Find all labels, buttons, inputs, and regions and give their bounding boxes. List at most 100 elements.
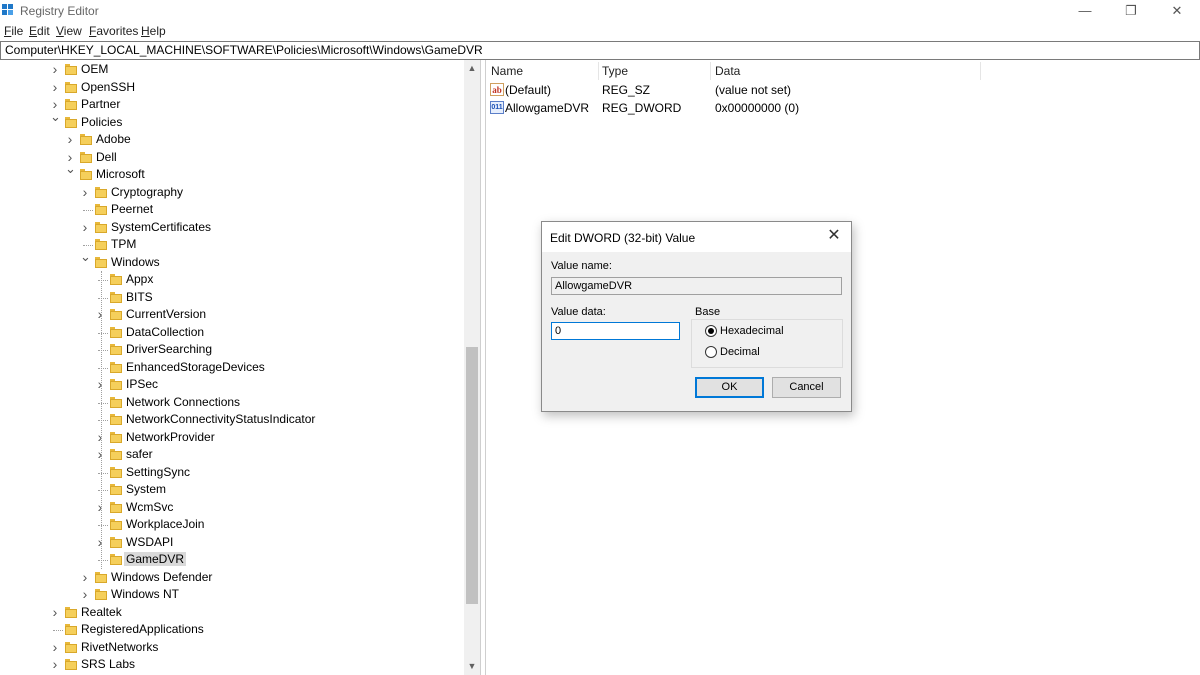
folder-icon bbox=[65, 641, 77, 653]
tree-item[interactable]: › Realtek bbox=[0, 604, 460, 621]
chevron-right-icon[interactable]: › bbox=[80, 185, 90, 199]
list-item[interactable]: 011 AllowgameDVR REG_DWORD 0x00000000 (0… bbox=[486, 99, 1200, 117]
scroll-up-icon[interactable]: ▲ bbox=[464, 60, 480, 77]
folder-icon bbox=[110, 449, 122, 460]
chevron-down-icon[interactable]: ⌄ bbox=[50, 110, 61, 123]
chevron-right-icon[interactable]: › bbox=[50, 640, 60, 654]
scroll-thumb[interactable] bbox=[466, 347, 478, 604]
tree-item[interactable]: › Windows NT bbox=[0, 586, 460, 603]
close-window-button[interactable]: ✕ bbox=[1154, 0, 1200, 22]
tree-item[interactable]: GameDVR bbox=[0, 551, 460, 568]
chevron-right-icon[interactable]: › bbox=[95, 500, 105, 514]
column-separator[interactable] bbox=[980, 62, 981, 80]
tree-item[interactable]: WorkplaceJoin bbox=[0, 516, 460, 533]
tree-item-label: RegisteredApplications bbox=[81, 622, 204, 636]
tree-item[interactable]: EnhancedStorageDevices bbox=[0, 359, 460, 376]
list-item[interactable]: ab (Default) REG_SZ (value not set) bbox=[486, 81, 1200, 99]
tree-scrollbar[interactable]: ▲ ▼ bbox=[464, 60, 480, 675]
chevron-right-icon[interactable]: › bbox=[95, 377, 105, 391]
tree-item[interactable]: › IPSec bbox=[0, 376, 460, 393]
tree-item[interactable]: › Cryptography bbox=[0, 184, 460, 201]
chevron-right-icon[interactable]: › bbox=[80, 570, 90, 584]
tree-item[interactable]: › WSDAPI bbox=[0, 534, 460, 551]
cancel-button[interactable]: Cancel bbox=[772, 377, 841, 398]
chevron-right-icon[interactable]: › bbox=[95, 447, 105, 461]
tree-item[interactable]: NetworkConnectivityStatusIndicator bbox=[0, 411, 460, 428]
tree-item-label: SettingSync bbox=[126, 464, 191, 479]
chevron-right-icon[interactable]: › bbox=[65, 132, 75, 146]
tree-item[interactable]: › RivetNetworks bbox=[0, 639, 460, 656]
tree-item[interactable]: ⌄ Windows bbox=[0, 250, 460, 271]
chevron-down-icon[interactable]: ⌄ bbox=[80, 250, 91, 263]
folder-icon bbox=[110, 519, 122, 530]
tree-item-label: OEM bbox=[81, 62, 109, 76]
column-separator[interactable] bbox=[710, 62, 711, 80]
menu-help[interactable]: Help bbox=[141, 24, 166, 38]
tree-item[interactable]: › Adobe bbox=[0, 131, 460, 148]
column-separator[interactable] bbox=[598, 62, 599, 80]
tree-item[interactable]: RegisteredApplications bbox=[0, 621, 460, 638]
tree-item-label: Dell bbox=[96, 149, 117, 164]
maximize-button[interactable]: ❐ bbox=[1108, 0, 1154, 22]
close-icon[interactable]: ✕ bbox=[825, 227, 843, 245]
folder-icon bbox=[65, 606, 77, 618]
chevron-right-icon[interactable]: › bbox=[80, 587, 90, 601]
tree-item[interactable]: › OpenSSH bbox=[0, 79, 460, 96]
menu-favorites[interactable]: Favorites bbox=[89, 24, 138, 38]
ok-button[interactable]: OK bbox=[695, 377, 764, 398]
tree-item-label: EnhancedStorageDevices bbox=[126, 359, 265, 374]
menu-view[interactable]: View bbox=[56, 24, 82, 38]
tree-item[interactable]: Appx bbox=[0, 271, 460, 288]
radio-decimal[interactable] bbox=[705, 346, 717, 358]
chevron-right-icon[interactable]: › bbox=[50, 657, 60, 671]
chevron-right-icon[interactable]: › bbox=[95, 535, 105, 549]
value-name-field[interactable] bbox=[551, 277, 842, 295]
tree-item[interactable]: › WcmSvc bbox=[0, 499, 460, 516]
tree-item[interactable]: SettingSync bbox=[0, 464, 460, 481]
scroll-down-icon[interactable]: ▼ bbox=[464, 658, 480, 675]
tree-item[interactable]: DataCollection bbox=[0, 324, 460, 341]
tree-item[interactable]: › Partner bbox=[0, 96, 460, 113]
chevron-right-icon[interactable]: › bbox=[80, 220, 90, 234]
tree-item[interactable]: ⌄ Policies bbox=[0, 110, 460, 131]
chevron-down-icon[interactable]: ⌄ bbox=[65, 162, 76, 175]
minimize-button[interactable]: — bbox=[1062, 0, 1108, 22]
tree-connector bbox=[98, 332, 108, 334]
folder-icon bbox=[65, 624, 77, 635]
chevron-right-icon[interactable]: › bbox=[50, 605, 60, 619]
column-header-type[interactable]: Type bbox=[602, 64, 628, 78]
value-data-field[interactable] bbox=[551, 322, 680, 340]
tree-item[interactable]: Network Connections bbox=[0, 394, 460, 411]
chevron-right-icon[interactable]: › bbox=[95, 430, 105, 444]
tree-item[interactable]: › SRS Labs bbox=[0, 656, 460, 673]
tree-item[interactable]: System bbox=[0, 481, 460, 498]
tree-item-label: NetworkConnectivityStatusIndicator bbox=[126, 412, 316, 426]
tree-item[interactable]: › safer bbox=[0, 446, 460, 463]
radio-decimal-label[interactable]: Decimal bbox=[720, 346, 760, 358]
tree-item[interactable]: Peernet bbox=[0, 201, 460, 218]
chevron-right-icon[interactable]: › bbox=[50, 62, 60, 76]
radio-hexadecimal-label[interactable]: Hexadecimal bbox=[720, 325, 784, 337]
tree-item[interactable]: › SystemCertificates bbox=[0, 219, 460, 236]
tree-item[interactable]: DriverSearching bbox=[0, 341, 460, 358]
chevron-right-icon[interactable]: › bbox=[50, 80, 60, 94]
tree-item[interactable]: › OEM bbox=[0, 61, 460, 78]
folder-icon bbox=[110, 361, 122, 373]
menu-file[interactable]: File bbox=[4, 24, 23, 38]
column-header-data[interactable]: Data bbox=[715, 64, 740, 78]
column-header-name[interactable]: Name bbox=[491, 64, 523, 78]
radio-hexadecimal[interactable] bbox=[705, 325, 717, 337]
tree-connector bbox=[98, 490, 108, 491]
tree-item[interactable]: BITS bbox=[0, 289, 460, 306]
folder-icon bbox=[95, 186, 107, 198]
tree-item[interactable]: ⌄ Microsoft bbox=[0, 162, 460, 183]
tree-item-label: NetworkProvider bbox=[126, 429, 215, 444]
address-bar[interactable]: Computer\HKEY_LOCAL_MACHINE\SOFTWARE\Pol… bbox=[0, 41, 1200, 60]
tree-item[interactable]: › CurrentVersion bbox=[0, 306, 460, 323]
chevron-right-icon[interactable]: › bbox=[95, 307, 105, 321]
tree-item[interactable]: TPM bbox=[0, 236, 460, 253]
tree-item[interactable]: › NetworkProvider bbox=[0, 429, 460, 446]
value-type: REG_DWORD bbox=[602, 101, 682, 115]
tree-item[interactable]: › Windows Defender bbox=[0, 569, 460, 586]
menu-edit[interactable]: Edit bbox=[29, 24, 50, 38]
